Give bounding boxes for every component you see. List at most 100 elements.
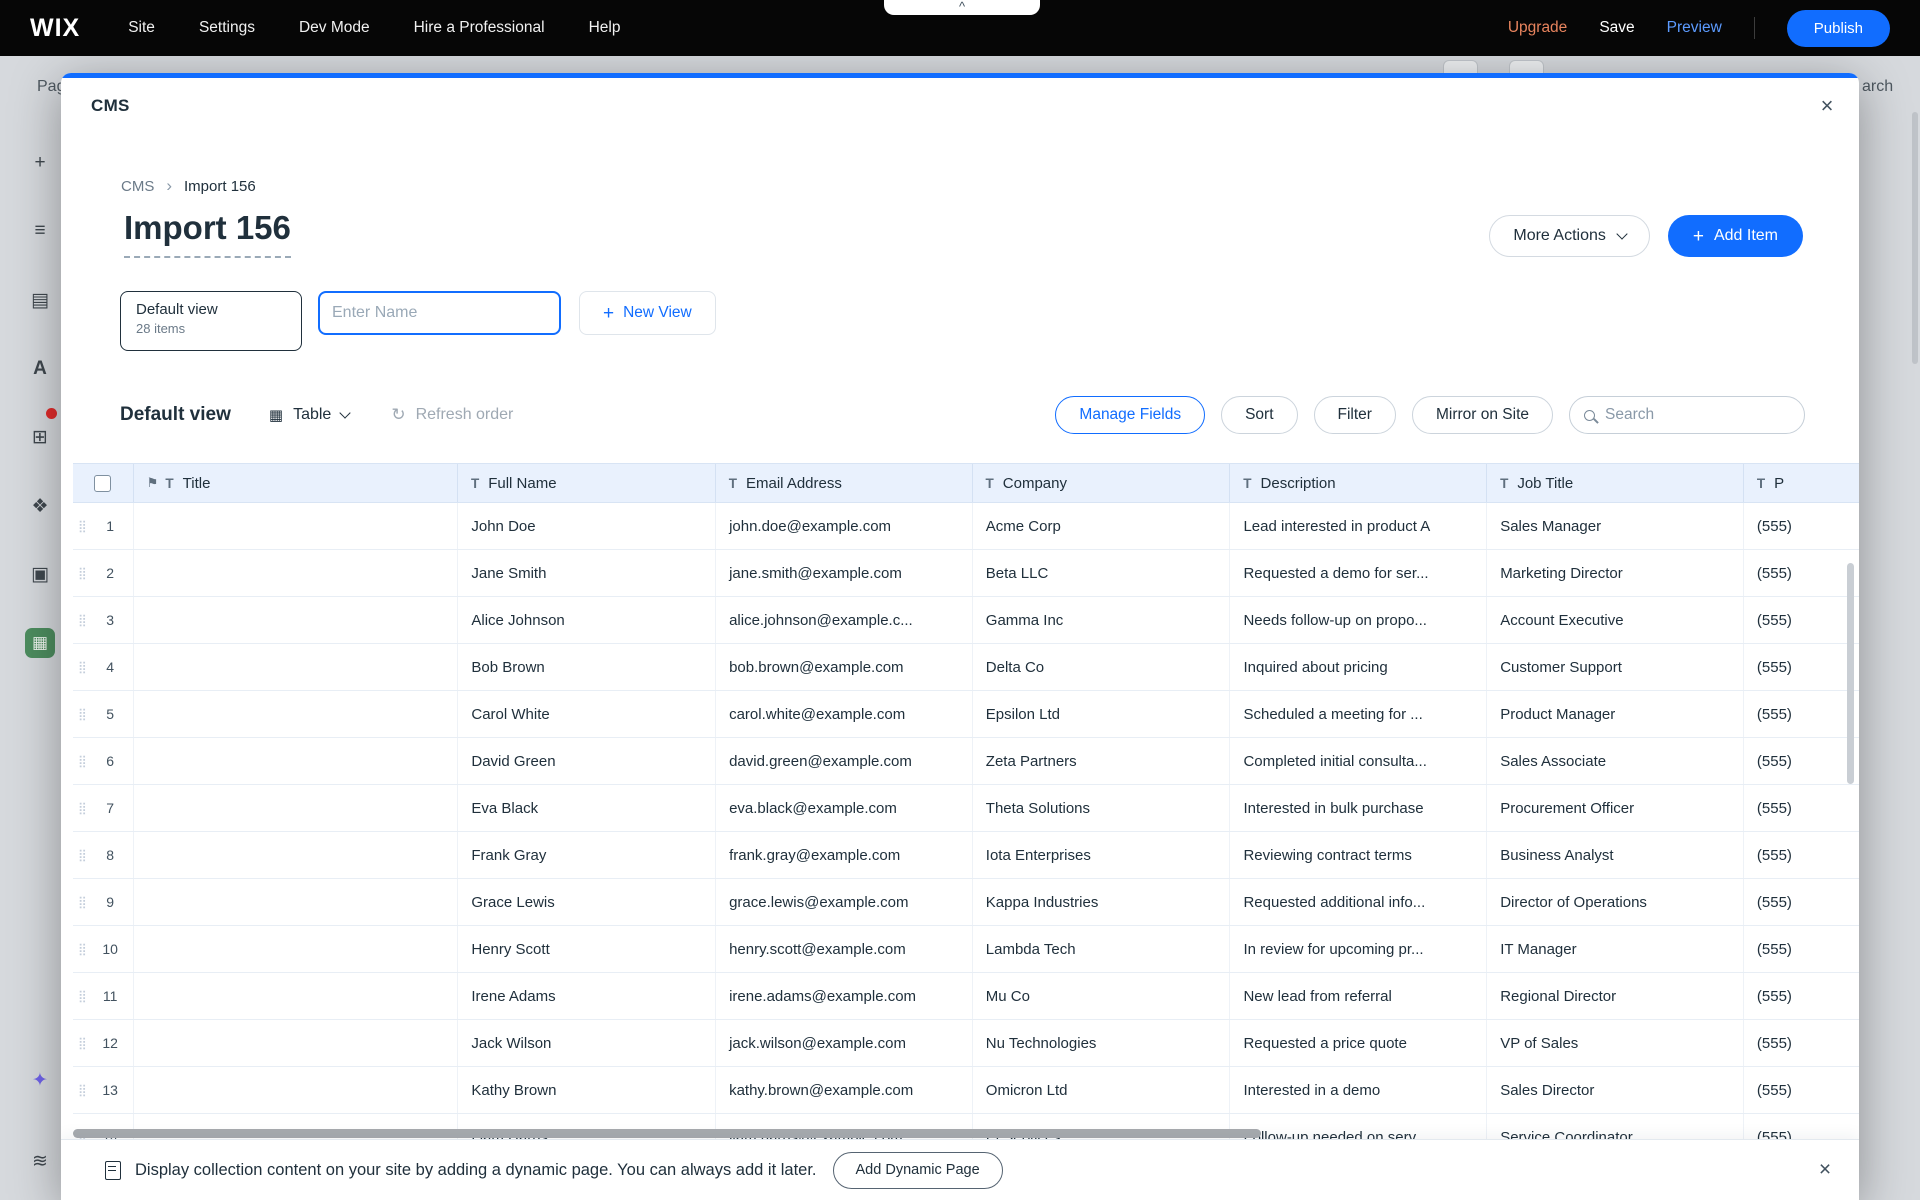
breadcrumb-cms-link[interactable]: CMS <box>121 178 154 195</box>
cell-company[interactable]: Lambda Tech <box>972 926 1230 972</box>
layout-dropdown[interactable]: ▦ Table <box>269 406 349 424</box>
cell-email[interactable]: david.green@example.com <box>715 738 972 784</box>
cell-description[interactable]: In review for upcoming pr... <box>1229 926 1486 972</box>
cell-title[interactable] <box>133 503 457 549</box>
cell-job-title[interactable]: VP of Sales <box>1486 1020 1743 1066</box>
column-header-phone[interactable]: T P <box>1743 464 1859 502</box>
topbar-menu-item[interactable]: Settings <box>199 19 255 37</box>
collection-title[interactable]: Import 156 <box>124 209 291 258</box>
cell-title[interactable] <box>133 1020 457 1066</box>
table-row[interactable]: ⣿ 6 David Green david.green@example.com … <box>73 738 1859 785</box>
table-row[interactable]: ⣿ 5 Carol White carol.white@example.com … <box>73 691 1859 738</box>
cell-full-name[interactable]: Alice Johnson <box>457 597 715 643</box>
table-row[interactable]: ⣿ 7 Eva Black eva.black@example.com Thet… <box>73 785 1859 832</box>
cell-job-title[interactable]: Sales Associate <box>1486 738 1743 784</box>
cell-email[interactable]: eva.black@example.com <box>715 785 972 831</box>
table-row[interactable]: ⣿ 13 Kathy Brown kathy.brown@example.com… <box>73 1067 1859 1114</box>
drag-handle-icon[interactable]: ⣿ <box>78 989 87 1003</box>
column-header-full-name[interactable]: T Full Name <box>457 464 715 502</box>
cell-email[interactable]: irene.adams@example.com <box>715 973 972 1019</box>
cell-job-title[interactable]: Sales Manager <box>1486 503 1743 549</box>
drag-handle-icon[interactable]: ⣿ <box>78 707 87 721</box>
drag-handle-icon[interactable]: ⣿ <box>78 1083 87 1097</box>
table-row[interactable]: ⣿ 8 Frank Gray frank.gray@example.com Io… <box>73 832 1859 879</box>
cell-title[interactable] <box>133 973 457 1019</box>
cell-full-name[interactable]: Frank Gray <box>457 832 715 878</box>
cell-phone[interactable]: (555) <box>1743 738 1859 784</box>
cell-phone[interactable]: (555) <box>1743 597 1859 643</box>
drag-handle-icon[interactable]: ⣿ <box>78 942 87 956</box>
cell-email[interactable]: jane.smith@example.com <box>715 550 972 596</box>
cell-title[interactable] <box>133 691 457 737</box>
cell-company[interactable]: Nu Technologies <box>972 1020 1230 1066</box>
cell-full-name[interactable]: John Doe <box>457 503 715 549</box>
banner-close-icon[interactable]: × <box>1809 1154 1841 1186</box>
default-view-tab[interactable]: Default view 28 items <box>120 291 302 351</box>
filter-button[interactable]: Filter <box>1314 396 1396 434</box>
cell-company[interactable]: Acme Corp <box>972 503 1230 549</box>
cell-company[interactable]: Gamma Inc <box>972 597 1230 643</box>
drag-handle-icon[interactable]: ⣿ <box>78 1036 87 1050</box>
column-header-email[interactable]: T Email Address <box>715 464 972 502</box>
cell-description[interactable]: New lead from referral <box>1229 973 1486 1019</box>
topbar-menu-item[interactable]: Help <box>589 19 621 37</box>
table-search[interactable] <box>1569 396 1805 434</box>
cell-description[interactable]: Lead interested in product A <box>1229 503 1486 549</box>
column-header-description[interactable]: T Description <box>1229 464 1486 502</box>
cell-full-name[interactable]: Henry Scott <box>457 926 715 972</box>
collapse-topbar-caret[interactable]: ^ <box>884 0 1040 15</box>
cell-email[interactable]: kathy.brown@example.com <box>715 1067 972 1113</box>
cell-description[interactable]: Completed initial consulta... <box>1229 738 1486 784</box>
cell-company[interactable]: Iota Enterprises <box>972 832 1230 878</box>
table-row[interactable]: ⣿ 4 Bob Brown bob.brown@example.com Delt… <box>73 644 1859 691</box>
mirror-on-site-button[interactable]: Mirror on Site <box>1412 396 1553 434</box>
cell-phone[interactable]: (555) <box>1743 1114 1859 1139</box>
cell-full-name[interactable]: Grace Lewis <box>457 879 715 925</box>
cell-email[interactable]: alice.johnson@example.c... <box>715 597 972 643</box>
topbar-menu-item[interactable]: Dev Mode <box>299 19 370 37</box>
cell-company[interactable]: Beta LLC <box>972 550 1230 596</box>
manage-fields-button[interactable]: Manage Fields <box>1055 396 1205 434</box>
cell-job-title[interactable]: Business Analyst <box>1486 832 1743 878</box>
column-header-job-title[interactable]: T Job Title <box>1486 464 1743 502</box>
cell-phone[interactable]: (555) <box>1743 503 1859 549</box>
view-name-input[interactable] <box>318 291 561 335</box>
cell-email[interactable]: frank.gray@example.com <box>715 832 972 878</box>
cell-title[interactable] <box>133 644 457 690</box>
cell-description[interactable]: Requested a price quote <box>1229 1020 1486 1066</box>
cell-phone[interactable]: (555) <box>1743 832 1859 878</box>
preview-button[interactable]: Preview <box>1667 19 1722 37</box>
drag-handle-icon[interactable]: ⣿ <box>78 754 87 768</box>
drag-handle-icon[interactable]: ⣿ <box>78 848 87 862</box>
cell-phone[interactable]: (555) <box>1743 1067 1859 1113</box>
drag-handle-icon[interactable]: ⣿ <box>78 613 87 627</box>
cell-full-name[interactable]: Bob Brown <box>457 644 715 690</box>
cell-job-title[interactable]: Sales Director <box>1486 1067 1743 1113</box>
cell-email[interactable]: john.doe@example.com <box>715 503 972 549</box>
cell-full-name[interactable]: David Green <box>457 738 715 784</box>
cell-company[interactable]: Mu Co <box>972 973 1230 1019</box>
cell-title[interactable] <box>133 879 457 925</box>
cell-job-title[interactable]: IT Manager <box>1486 926 1743 972</box>
add-dynamic-page-button[interactable]: Add Dynamic Page <box>833 1152 1003 1189</box>
cell-phone[interactable]: (555) <box>1743 879 1859 925</box>
cell-full-name[interactable]: Carol White <box>457 691 715 737</box>
cell-job-title[interactable]: Marketing Director <box>1486 550 1743 596</box>
cell-description[interactable]: Requested a demo for ser... <box>1229 550 1486 596</box>
table-row[interactable]: ⣿ 11 Irene Adams irene.adams@example.com… <box>73 973 1859 1020</box>
cell-phone[interactable]: (555) <box>1743 973 1859 1019</box>
cell-company[interactable]: Omicron Ltd <box>972 1067 1230 1113</box>
cell-title[interactable] <box>133 926 457 972</box>
cell-description[interactable]: Requested additional info... <box>1229 879 1486 925</box>
vertical-scrollbar[interactable] <box>1847 563 1854 784</box>
cell-job-title[interactable]: Director of Operations <box>1486 879 1743 925</box>
cell-phone[interactable]: (555) <box>1743 926 1859 972</box>
cell-email[interactable]: grace.lewis@example.com <box>715 879 972 925</box>
cell-phone[interactable]: (555) <box>1743 785 1859 831</box>
topbar-menu-item[interactable]: Site <box>128 19 155 37</box>
table-row[interactable]: ⣿ 1 John Doe john.doe@example.com Acme C… <box>73 503 1859 550</box>
cell-full-name[interactable]: Kathy Brown <box>457 1067 715 1113</box>
sort-button[interactable]: Sort <box>1221 396 1297 434</box>
cell-job-title[interactable]: Product Manager <box>1486 691 1743 737</box>
drag-handle-icon[interactable]: ⣿ <box>78 895 87 909</box>
